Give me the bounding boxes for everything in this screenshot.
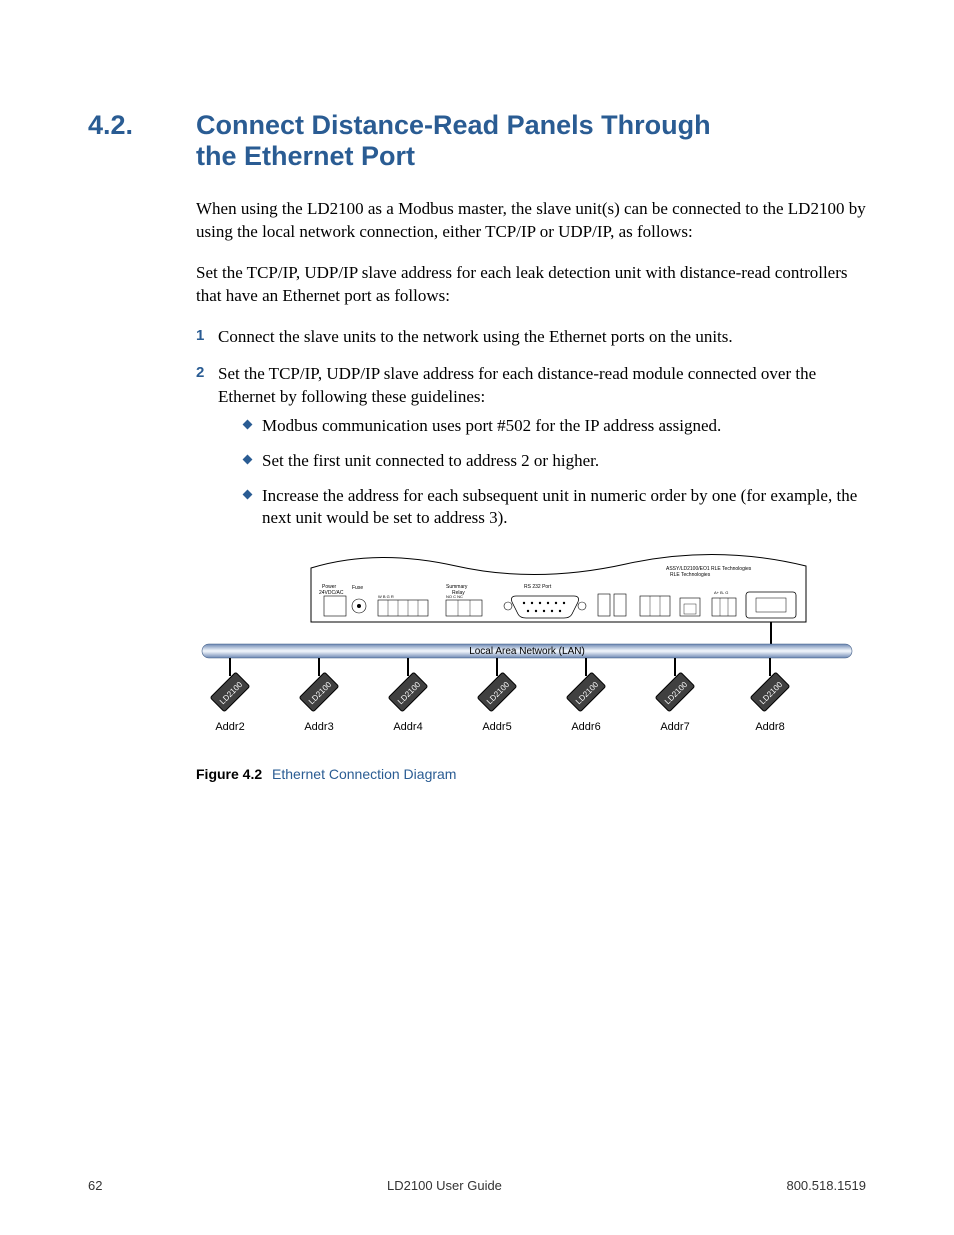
terminal-pins: W B G R <box>378 594 394 599</box>
figure-title: Ethernet Connection Diagram <box>272 766 456 782</box>
page-number: 62 <box>88 1178 102 1193</box>
addr-5: Addr7 <box>660 721 689 733</box>
nodes: LD2100 Addr2 LD2100 Addr3 LD <box>210 658 790 733</box>
footer-right: 800.518.1519 <box>786 1178 866 1193</box>
numbered-steps: Connect the slave units to the network u… <box>196 326 866 531</box>
node-6: LD2100 Addr8 <box>750 658 790 733</box>
section-number: 4.2. <box>88 110 196 172</box>
assy-sub: RLE Technologies <box>670 572 711 578</box>
rj-pins: A+ B- G <box>714 590 728 595</box>
footer-center: LD2100 User Guide <box>387 1178 502 1193</box>
power-volt: 24VDC/AC <box>319 590 344 596</box>
node-0: LD2100 Addr2 <box>210 658 250 733</box>
addr-0: Addr2 <box>215 721 244 733</box>
step-2: Set the TCP/IP, UDP/IP slave address for… <box>196 363 866 531</box>
section-title: Connect Distance-Read Panels Through the… <box>196 110 756 172</box>
figure-label: Figure 4.2 <box>196 766 262 782</box>
figure: ASSY/LD2100/EO1 RLE Technologies RLE Tec… <box>196 544 866 782</box>
addr-1: Addr3 <box>304 721 333 733</box>
addr-2: Addr4 <box>393 721 422 733</box>
bullet-list: Modbus communication uses port #502 for … <box>240 415 866 531</box>
bullet-2: Set the first unit connected to address … <box>240 450 866 473</box>
intro-paragraph-1: When using the LD2100 as a Modbus master… <box>196 198 866 244</box>
fuse-label: Fuse <box>352 585 363 591</box>
bullet-1: Modbus communication uses port #502 for … <box>240 415 866 438</box>
intro-paragraph-2: Set the TCP/IP, UDP/IP slave address for… <box>196 262 866 308</box>
node-1: LD2100 Addr3 <box>299 658 339 733</box>
addr-4: Addr6 <box>571 721 600 733</box>
relay-pins: NO C NC <box>446 594 463 599</box>
step-2-text: Set the TCP/IP, UDP/IP slave address for… <box>218 364 816 406</box>
node-5: LD2100 Addr7 <box>655 658 695 733</box>
node-2: LD2100 Addr4 <box>388 658 428 733</box>
addr-3: Addr5 <box>482 721 511 733</box>
lan-bar: Local Area Network (LAN) <box>202 644 852 658</box>
step-1: Connect the slave units to the network u… <box>196 326 866 349</box>
ethernet-diagram: ASSY/LD2100/EO1 RLE Technologies RLE Tec… <box>196 544 866 754</box>
node-3: LD2100 Addr5 <box>477 658 517 733</box>
section-heading: 4.2. Connect Distance-Read Panels Throug… <box>88 110 866 172</box>
body-text: When using the LD2100 as a Modbus master… <box>196 198 866 530</box>
device-panel: ASSY/LD2100/EO1 RLE Technologies RLE Tec… <box>311 555 806 623</box>
node-4: LD2100 Addr6 <box>566 658 606 733</box>
addr-6: Addr8 <box>755 721 784 733</box>
page-footer: 62 LD2100 User Guide 800.518.1519 <box>88 1178 866 1193</box>
figure-caption: Figure 4.2 Ethernet Connection Diagram <box>196 766 866 782</box>
lan-label: Local Area Network (LAN) <box>469 646 585 657</box>
bullet-3: Increase the address for each subsequent… <box>240 485 866 531</box>
rs232-label: RS 232 Port <box>524 584 552 590</box>
